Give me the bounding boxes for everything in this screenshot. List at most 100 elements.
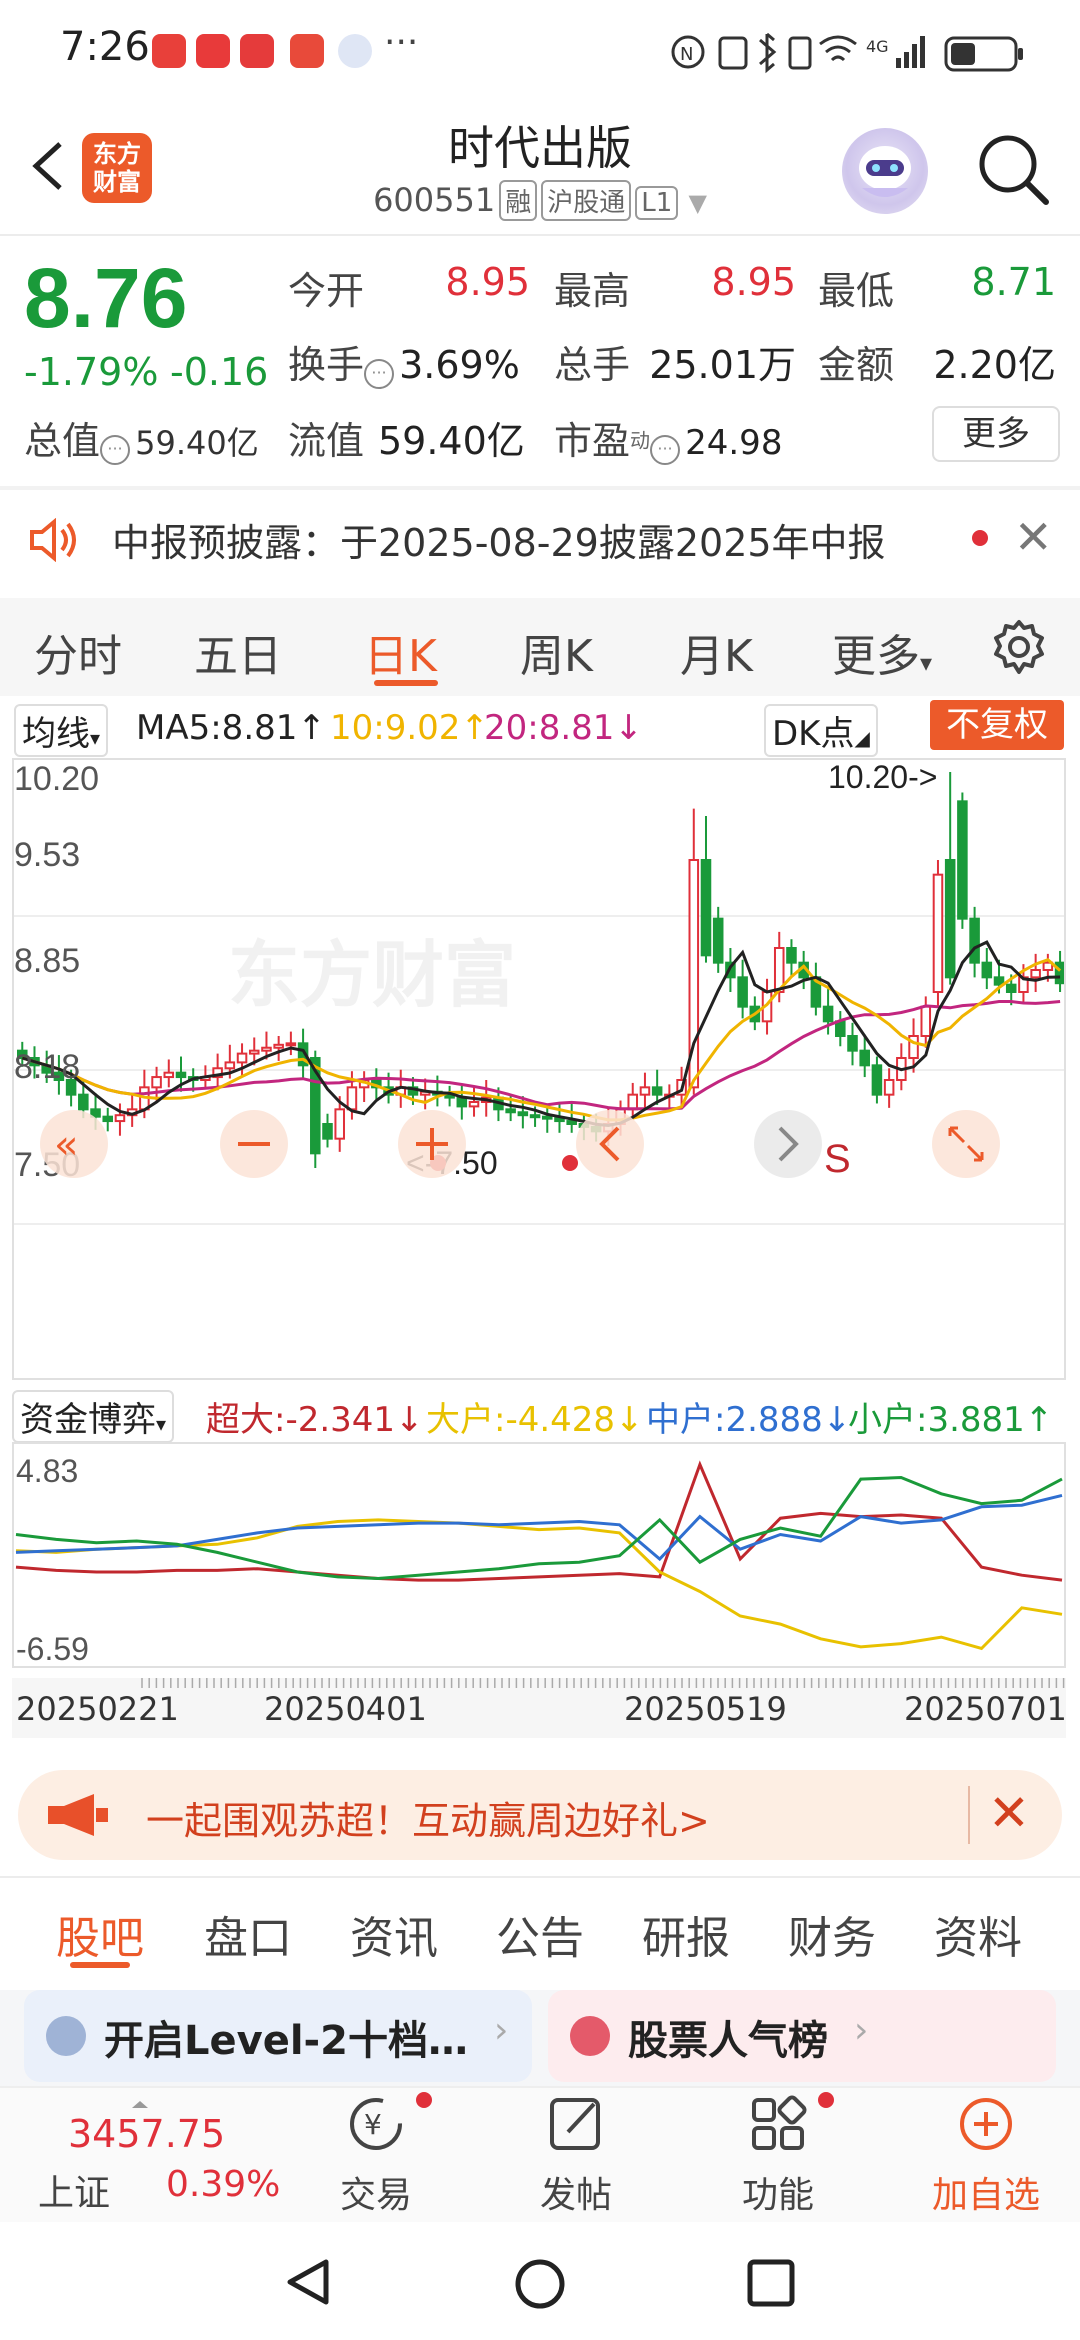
double-chevron-left-icon: « (54, 1122, 78, 1168)
kline-chart[interactable]: 东方财富 10.20 9.53 8.85 8.18 7.50 10.20-> <… (12, 758, 1066, 1380)
pe: 市盈动 ··· 24.98 (554, 410, 782, 465)
trade-button[interactable]: ¥ 交易 (316, 2092, 436, 2218)
tab-more[interactable]: 更多▾ (832, 620, 932, 684)
add-watchlist-button[interactable]: 加自选 (916, 2092, 1056, 2218)
adjust-mode-button[interactable]: 不复权 (930, 700, 1064, 750)
candle-body (920, 1005, 932, 1038)
candle-body (700, 859, 712, 957)
nav-back-icon[interactable] (282, 2256, 334, 2308)
search-icon (979, 135, 1049, 205)
candle-body (1030, 969, 1041, 979)
low-label: 最低 (818, 269, 895, 313)
close-promo-icon[interactable]: ✕ (988, 1784, 1030, 1842)
system-nav-bar (0, 2222, 1080, 2340)
stock-code: 600551 (373, 181, 496, 219)
candle-body (566, 1120, 577, 1126)
tab-announcements[interactable]: 公告 (496, 1902, 584, 1966)
fullscreen-button[interactable] (932, 1110, 1000, 1178)
scroll-left-button[interactable] (576, 1110, 644, 1178)
candle-body (322, 1123, 333, 1140)
amount-label: 金额 (818, 343, 895, 387)
kline-svg[interactable]: 东方财富 10.20 9.53 8.85 8.18 7.50 10.20-> <… (14, 759, 1066, 1378)
fund-selector[interactable]: 资金博弈▾ (12, 1390, 175, 1443)
zoom-in-button[interactable] (398, 1110, 466, 1178)
tab-pankou[interactable]: 盘口 (204, 1902, 292, 1966)
fund-selector-label: 资金博弈 (20, 1400, 156, 1440)
date-label: 20250701 (904, 1690, 1067, 1728)
candle-body (822, 1005, 834, 1023)
turnover: 换手 ··· 3.69% (288, 334, 520, 389)
status-right-icons: N 4G (670, 30, 1040, 82)
candle-body (78, 1093, 89, 1111)
sell-signal-marker: S (824, 1137, 851, 1181)
current-price: 8.76 (24, 251, 188, 345)
candle-body (639, 1086, 651, 1096)
fund-flow-row: 资金博弈▾ 超大:-2.341↓ 大户:-4.428↓ 中户:2.888↓ 小户… (0, 1384, 1080, 1443)
fund-flow-chart[interactable]: 4.83 -6.59 (12, 1442, 1066, 1668)
super-text: 超大:-2.341 (206, 1400, 396, 1440)
info-icon[interactable]: ··· (364, 358, 395, 389)
candle-body (273, 1043, 284, 1049)
dk-point-selector[interactable]: DK点◢ (764, 704, 878, 757)
candle-body (456, 1096, 468, 1108)
tab-weekly-k[interactable]: 周K (520, 620, 593, 684)
info-icon[interactable]: ··· (100, 434, 131, 465)
date-label: 20250401 (264, 1690, 427, 1728)
functions-button[interactable]: 功能 (718, 2092, 838, 2218)
notification-app-icon (338, 34, 372, 68)
scroll-right-button[interactable] (754, 1110, 822, 1178)
medium-line (15, 1493, 1063, 1562)
max-price-marker: 10.20-> (828, 760, 937, 795)
tab-profile[interactable]: 资料 (934, 1902, 1022, 1966)
zoom-out-button[interactable] (220, 1110, 288, 1178)
dropdown-triangle-icon: ◢ (854, 726, 870, 750)
announcement-bar[interactable]: 中报预披露：于2025-08-29披露2025年中报 ✕ (0, 488, 1080, 588)
chart-rank-icon (570, 2016, 610, 2056)
dropdown-triangle-icon: ▼ (688, 189, 707, 217)
y-label: 8.85 (14, 942, 80, 980)
candle-body (1054, 961, 1066, 985)
tab-five-day[interactable]: 五日 (194, 620, 282, 684)
level2-card[interactable]: 开启Level-2十档… › (24, 1990, 532, 2082)
scroll-left-fast-button[interactable]: « (40, 1110, 108, 1178)
trade-label: 交易 (339, 2175, 412, 2216)
notification-dot (818, 2092, 834, 2108)
y-label: 8.18 (14, 1048, 80, 1086)
date-axis: 20250221 20250401 20250519 20250701 (12, 1678, 1067, 1738)
info-icon[interactable]: ··· (650, 434, 681, 465)
candle-body (517, 1111, 529, 1117)
assistant-avatar[interactable] (842, 128, 928, 214)
period-tabs: 分时 五日 日K 周K 月K 更多▾ (0, 598, 1080, 696)
nav-home-icon[interactable] (512, 2256, 568, 2312)
candle-body (969, 917, 980, 964)
active-tab-indicator (70, 1962, 130, 1968)
ma-selector[interactable]: 均线▾ (14, 704, 109, 757)
promo-banner[interactable]: 一起围观苏超！互动赢周边好礼> ✕ (18, 1770, 1062, 1860)
index-ticker[interactable]: 3457.75 上证 0.39% (28, 2112, 280, 2214)
date-label: 20250221 (16, 1690, 179, 1728)
candle-body (651, 1086, 663, 1096)
tab-intraday[interactable]: 分时 (34, 620, 122, 684)
candle-body (1005, 983, 1017, 994)
search-button[interactable] (974, 130, 1054, 210)
candle-body (712, 917, 724, 964)
tab-guba[interactable]: 股吧 (56, 1902, 144, 1966)
pe-sup: 动 (630, 428, 651, 453)
tab-daily-k[interactable]: 日K (364, 620, 437, 684)
popularity-label: 股票人气榜 (628, 2018, 828, 2064)
divider (0, 234, 1080, 236)
popularity-card[interactable]: 股票人气榜 › (548, 1990, 1056, 2082)
settings-gear-icon[interactable] (990, 618, 1048, 676)
post-button[interactable]: 发帖 (516, 2092, 636, 2218)
tab-finance[interactable]: 财务 (788, 1902, 876, 1966)
candle-body (981, 961, 993, 979)
ma5-text: MA5:8.81 (136, 708, 298, 748)
close-announcement-icon[interactable]: ✕ (1014, 510, 1053, 564)
more-quote-button[interactable]: 更多 (932, 406, 1060, 462)
tab-news[interactable]: 资讯 (350, 1902, 438, 1966)
tab-research[interactable]: 研报 (642, 1902, 730, 1966)
nav-recents-icon[interactable] (746, 2258, 796, 2308)
big-text: 大户:-4.428 (426, 1400, 616, 1440)
candles-group (17, 772, 1066, 1168)
tab-monthly-k[interactable]: 月K (680, 620, 753, 684)
